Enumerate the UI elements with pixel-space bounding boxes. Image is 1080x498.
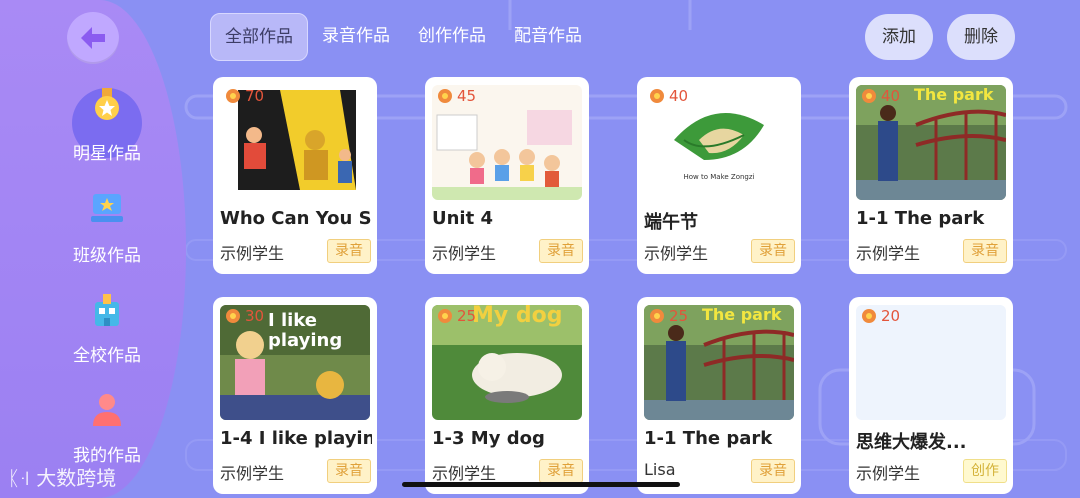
- work-title: 1-3 My dog: [432, 428, 545, 449]
- thumbnail-caption: The park: [914, 85, 994, 104]
- flower-icon: [650, 309, 664, 323]
- sidebar-item-label: 全校作品: [73, 346, 141, 366]
- work-author: 示例学生: [432, 464, 497, 483]
- medal-icon: [95, 88, 119, 120]
- work-card[interactable]: The park 25 1-1 The park Lisa 录音: [637, 297, 801, 494]
- likes-badge: 45: [437, 87, 476, 105]
- watermark-logo-icon: ᛕ꜊: [8, 466, 30, 490]
- work-author: 示例学生: [220, 464, 285, 483]
- tab-creation-works[interactable]: 创作作品: [404, 13, 500, 59]
- work-type-tag: 创作: [963, 459, 1007, 483]
- work-type-tag: 录音: [539, 459, 583, 483]
- likes-count: 30: [245, 307, 265, 325]
- work-author: 示例学生: [644, 244, 709, 263]
- work-title: Who Can You S...: [220, 208, 372, 229]
- work-card[interactable]: 70 Who Can You S... 示例学生 录音: [213, 77, 377, 274]
- likes-badge: 30: [225, 307, 264, 325]
- work-type-tag: 录音: [327, 459, 371, 483]
- likes-count: 25: [669, 307, 689, 325]
- work-card[interactable]: How to Make Zongzi 40 端午节 示例学生 录音: [637, 77, 801, 274]
- work-card[interactable]: My dog 25 1-3 My dog 示例学生 录音: [425, 297, 589, 494]
- likes-count: 70: [245, 87, 265, 105]
- back-arrow-icon: [81, 27, 105, 49]
- likes-count: 40: [669, 87, 689, 105]
- back-button[interactable]: [67, 12, 119, 64]
- work-card[interactable]: 20 思维大爆发... 示例学生 创作: [849, 297, 1013, 494]
- sidebar-item-label: 班级作品: [73, 246, 141, 266]
- likes-badge: 20: [861, 307, 900, 325]
- likes-count: 40: [881, 87, 901, 105]
- tab-all-works[interactable]: 全部作品: [210, 13, 308, 61]
- work-type-tag: 录音: [327, 239, 371, 263]
- work-type-tag: 录音: [751, 239, 795, 263]
- likes-count: 25: [457, 307, 477, 325]
- flower-icon: [650, 89, 664, 103]
- work-type-tag: 录音: [751, 459, 795, 483]
- work-author: 示例学生: [856, 464, 921, 483]
- work-card[interactable]: 45 Unit 4 示例学生 录音: [425, 77, 589, 274]
- work-title: 端午节: [644, 212, 698, 233]
- school-icon: [95, 294, 119, 326]
- work-card[interactable]: I like playing 30 1-4 I like playing 示例学…: [213, 297, 377, 494]
- work-author: 示例学生: [220, 244, 285, 263]
- add-button[interactable]: 添加: [865, 14, 933, 60]
- sidebar-item-label: 明星作品: [73, 144, 141, 164]
- work-title: 1-4 I like playing: [220, 428, 372, 449]
- work-author: Lisa: [644, 460, 676, 479]
- work-author: 示例学生: [432, 244, 497, 263]
- likes-badge: 70: [225, 87, 264, 105]
- likes-count: 20: [881, 307, 901, 325]
- work-type-tag: 录音: [963, 239, 1007, 263]
- work-title: 1-1 The park: [644, 428, 773, 449]
- work-card[interactable]: The park 40 1-1 The park 示例学生 录音: [849, 77, 1013, 274]
- tab-dubbing-works[interactable]: 配音作品: [500, 13, 596, 59]
- thumbnail-caption: My dog: [472, 305, 563, 328]
- work-title: 1-1 The park: [856, 208, 985, 229]
- flower-icon: [862, 89, 876, 103]
- work-title: Unit 4: [432, 208, 493, 229]
- likes-badge: 25: [649, 307, 688, 325]
- flower-icon: [226, 89, 240, 103]
- sidebar-item-school-works[interactable]: 全校作品: [60, 288, 154, 366]
- sidebar-item-my-works[interactable]: 我的作品: [60, 388, 154, 466]
- flower-icon: [438, 309, 452, 323]
- sidebar-item-class-works[interactable]: 班级作品: [60, 188, 154, 266]
- home-indicator[interactable]: [402, 482, 680, 487]
- likes-badge: 25: [437, 307, 476, 325]
- thumbnail-caption: I like playing: [268, 310, 343, 351]
- class-icon: [91, 194, 123, 222]
- sidebar-item-star-works[interactable]: 明星作品: [60, 86, 154, 164]
- flower-icon: [862, 309, 876, 323]
- work-type-tag: 录音: [539, 239, 583, 263]
- flower-icon: [438, 89, 452, 103]
- likes-badge: 40: [649, 87, 688, 105]
- likes-badge: 40: [861, 87, 900, 105]
- work-author: 示例学生: [856, 244, 921, 263]
- delete-button[interactable]: 删除: [947, 14, 1015, 60]
- likes-count: 45: [457, 87, 477, 105]
- flower-icon: [226, 309, 240, 323]
- thumbnail-caption: How to Make Zongzi: [683, 173, 755, 181]
- tab-bar: 全部作品 录音作品 创作作品 配音作品: [210, 13, 596, 61]
- thumbnail-caption: The park: [702, 305, 782, 324]
- person-icon: [93, 394, 121, 426]
- tab-recording-works[interactable]: 录音作品: [308, 13, 404, 59]
- work-title: 思维大爆发...: [856, 432, 967, 453]
- watermark: ᛕ꜊ 大数跨境: [8, 466, 117, 490]
